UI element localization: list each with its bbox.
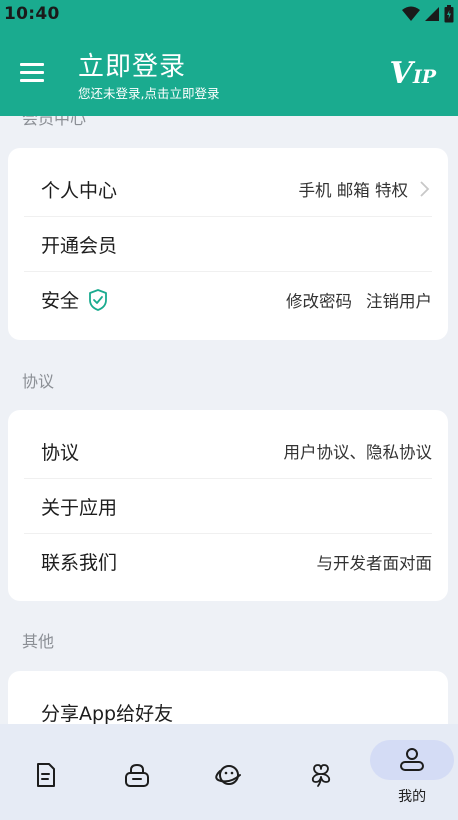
bottom-nav: 我的	[0, 724, 458, 820]
status-time: 10:40	[4, 4, 60, 24]
delete-account-link[interactable]: 注销用户	[366, 288, 432, 312]
login-subtitle[interactable]: 您还未登录,点击立即登录	[78, 83, 219, 102]
vip-logo[interactable]: VIP	[390, 56, 436, 91]
change-password-link[interactable]: 修改密码	[286, 288, 352, 312]
row-label: 安全	[24, 286, 109, 313]
nav-label-mine: 我的	[398, 789, 427, 805]
menu-icon-bar	[20, 62, 44, 66]
app-header: 立即登录 您还未登录,点击立即登录 VIP	[0, 28, 458, 116]
menu-icon-bar	[20, 70, 44, 74]
status-icons	[402, 5, 454, 23]
section-title-member: 会员中心	[22, 116, 87, 128]
row-agreement[interactable]: 协议 用户协议、隐私协议	[24, 424, 432, 479]
nav-item-documents[interactable]	[0, 724, 92, 820]
login-title[interactable]: 立即登录	[78, 46, 186, 83]
personal-center-hint: 手机 邮箱 特权	[298, 181, 409, 200]
other-card: 分享App给好友	[8, 671, 448, 724]
section-title-other: 其他	[22, 632, 55, 651]
row-value: 用户协议、隐私协议	[283, 443, 433, 462]
planet-icon	[215, 765, 241, 785]
row-label: 协议	[41, 441, 80, 464]
row-value: 手机 邮箱 特权	[299, 177, 433, 201]
menu-button[interactable]	[20, 58, 52, 86]
row-personal-center[interactable]: 个人中心 手机 邮箱 特权	[24, 162, 432, 217]
signal-icon	[425, 7, 439, 21]
menu-icon-bar	[20, 78, 44, 82]
member-card: 个人中心 手机 邮箱 特权 开通会员 安全 修改密码 注销用户	[8, 148, 448, 340]
row-label: 关于应用	[41, 496, 118, 519]
row-label: 个人中心	[41, 179, 118, 202]
document-icon	[36, 763, 55, 787]
row-label: 分享App给好友	[41, 703, 174, 724]
nav-item-mine[interactable]: 我的	[366, 724, 458, 820]
lock-icon	[125, 763, 150, 787]
nav-item-clover[interactable]	[275, 724, 367, 820]
nav-item-planet[interactable]	[183, 724, 275, 820]
row-about-app[interactable]: 关于应用	[24, 479, 432, 534]
settings-content[interactable]: 会员中心 个人中心 手机 邮箱 特权 开通会员 安全 修改密码 注销用户 协议 …	[0, 116, 458, 724]
wifi-icon	[402, 6, 420, 21]
security-label: 安全	[41, 290, 80, 312]
status-bar: 10:40	[0, 0, 458, 28]
row-label: 联系我们	[41, 552, 118, 574]
row-share-app[interactable]: 分享App给好友	[24, 685, 432, 724]
person-icon	[400, 748, 425, 771]
row-open-membership[interactable]: 开通会员	[24, 217, 432, 272]
vip-logo-ip: IP	[412, 66, 436, 88]
clover-icon	[311, 764, 330, 787]
row-label: 开通会员	[41, 234, 118, 257]
row-value: 与开发者面对面	[316, 553, 433, 573]
shield-check-icon	[89, 288, 107, 311]
chevron-right-icon	[420, 181, 430, 197]
agreement-card: 协议 用户协议、隐私协议 关于应用 联系我们 与开发者面对面	[8, 410, 448, 601]
row-contact-us[interactable]: 联系我们 与开发者面对面	[24, 534, 432, 589]
row-value: 修改密码 注销用户	[286, 288, 432, 312]
battery-icon	[444, 5, 454, 23]
vip-logo-v: V	[389, 56, 413, 91]
section-title-agreement: 协议	[22, 372, 55, 391]
nav-item-lock[interactable]	[92, 724, 184, 820]
row-security[interactable]: 安全 修改密码 注销用户	[24, 272, 432, 327]
